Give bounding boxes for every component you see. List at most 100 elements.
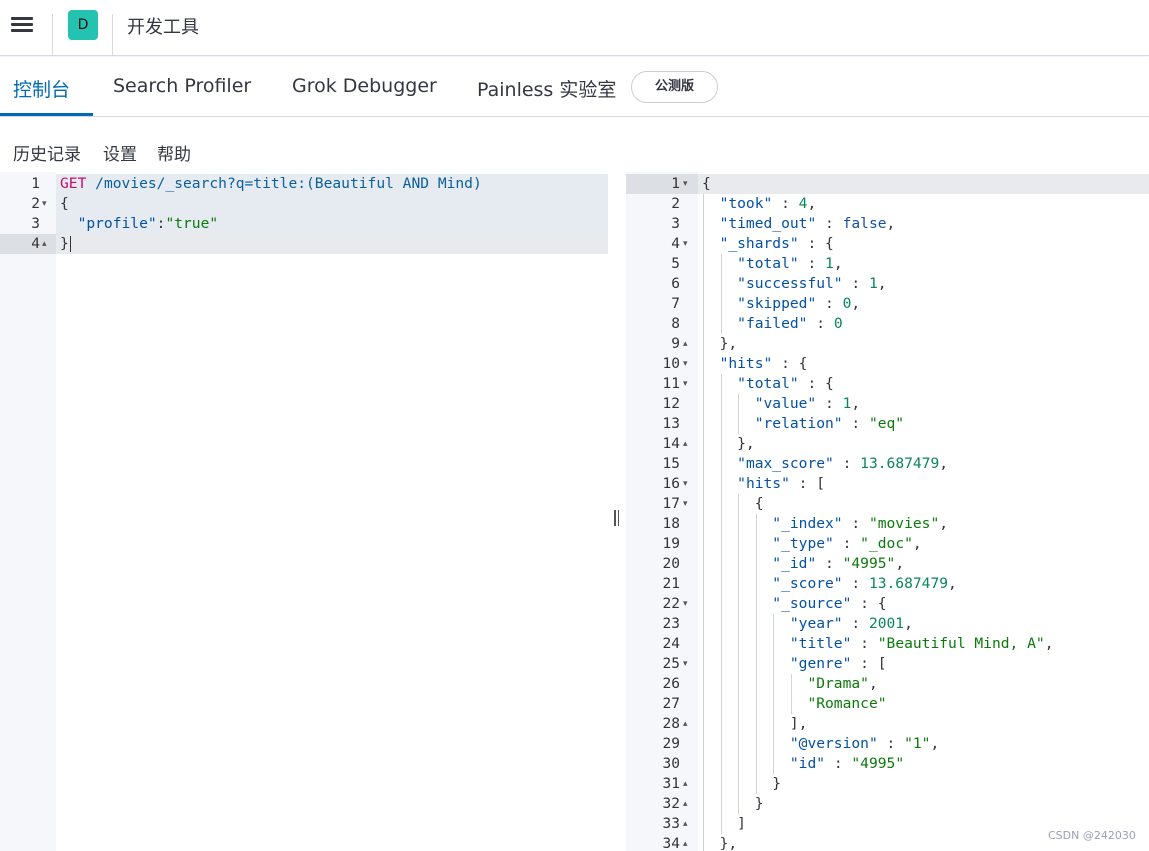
line-number: 15 xyxy=(662,456,680,472)
fold-open-icon[interactable]: ▾ xyxy=(683,494,688,514)
code-line: } xyxy=(702,774,781,794)
response-code-area[interactable]: { "took" : 4, "timed_out" : false, "_sha… xyxy=(698,172,1149,851)
line-number: 1 xyxy=(671,176,680,192)
code-token: : [ xyxy=(851,655,887,672)
fold-open-icon[interactable]: ▾ xyxy=(683,594,688,614)
code-token: "true" xyxy=(165,215,219,232)
code-line: ], xyxy=(702,714,808,734)
code-line: "relation" : "eq" xyxy=(702,414,904,434)
code-line: "hits" : { xyxy=(702,354,808,374)
fold-close-icon[interactable]: ▴ xyxy=(683,434,688,454)
code-line: "max_score" : 13.687479, xyxy=(702,454,948,474)
fold-close-icon[interactable]: ▴ xyxy=(683,334,688,354)
top-header: D 开发工具 xyxy=(0,0,1149,56)
line-number: 32 xyxy=(662,796,680,812)
request-editor[interactable]: 1 2 ▾ 3 4 ▴ GET /movies/_search?q=title:(Beau… xyxy=(0,172,608,851)
response-gutter: 1 ▾ 2 3 4 ▾ 5 6 7 8 9 ▴ 10 ▾ 11 ▾ 12 13 14 ▴ 15 16 ▾ 17 ▾ 18 19 20 2… xyxy=(626,172,698,851)
code-token: }, xyxy=(702,435,755,452)
fold-close-icon[interactable]: ▴ xyxy=(683,794,688,814)
line-number: 2 xyxy=(31,196,40,212)
code-token: , xyxy=(886,215,896,232)
fold-open-icon[interactable]: ▾ xyxy=(42,194,47,214)
line-number: 7 xyxy=(671,296,680,312)
line-number: 5 xyxy=(671,256,680,272)
history-link[interactable]: 历史记录 xyxy=(13,140,81,165)
code-line: "_score" : 13.687479, xyxy=(702,574,957,594)
code-line: "took" : 4, xyxy=(702,194,817,214)
code-line: "value" : 1, xyxy=(702,394,860,414)
code-token: ], xyxy=(702,715,808,732)
code-token: : { xyxy=(772,355,808,372)
code-token: : xyxy=(842,575,869,592)
code-token: "failed" xyxy=(737,315,808,332)
code-token: 1 xyxy=(868,275,878,292)
tab-search-profiler[interactable]: Search Profiler xyxy=(113,75,251,97)
fold-close-icon[interactable]: ▴ xyxy=(683,774,688,794)
code-token: false xyxy=(842,215,887,232)
indent-guide xyxy=(703,194,704,851)
code-token: : xyxy=(851,635,878,652)
code-token: , xyxy=(868,675,878,692)
code-line: } xyxy=(60,234,69,254)
fold-close-icon[interactable]: ▴ xyxy=(42,234,47,254)
vertical-resize-handle-icon[interactable] xyxy=(613,510,621,528)
app-title: 开发工具 xyxy=(127,17,199,38)
code-token: "skipped" xyxy=(737,295,817,312)
fold-close-icon[interactable]: ▴ xyxy=(683,814,688,834)
code-token: : xyxy=(842,515,869,532)
code-line: "skipped" : 0, xyxy=(702,294,860,314)
code-token: : [ xyxy=(789,475,826,492)
current-line-highlight xyxy=(56,234,608,254)
code-token: "movies" xyxy=(868,515,940,532)
code-token: "timed_out" xyxy=(719,215,817,232)
fold-open-icon[interactable]: ▾ xyxy=(683,374,688,394)
tab-painless-lab[interactable]: Painless 实验室 xyxy=(477,75,616,102)
tab-grok-debugger[interactable]: Grok Debugger xyxy=(292,75,437,97)
fold-close-icon[interactable]: ▴ xyxy=(683,834,688,851)
text-cursor xyxy=(70,236,71,252)
code-line: } xyxy=(702,794,764,814)
code-token: "Romance" xyxy=(807,695,887,712)
settings-link[interactable]: 设置 xyxy=(103,140,137,165)
line-number: 3 xyxy=(31,216,40,232)
code-token: "4995" xyxy=(851,755,905,772)
code-line: "_type" : "_doc", xyxy=(702,534,921,554)
line-number: 26 xyxy=(662,676,680,692)
code-token: , xyxy=(807,195,817,212)
line-number: 11 xyxy=(662,376,680,392)
fold-open-icon[interactable]: ▾ xyxy=(683,654,688,674)
space-avatar[interactable]: D xyxy=(68,10,98,40)
fold-open-icon[interactable]: ▾ xyxy=(683,234,688,254)
code-token: 13.687479 xyxy=(860,455,940,472)
code-token: 0 xyxy=(833,315,843,332)
line-number: 18 xyxy=(662,516,680,532)
header-divider xyxy=(112,14,113,56)
code-token: "profile" xyxy=(77,215,157,232)
code-token: : xyxy=(833,455,861,472)
request-code-area[interactable]: GET /movies/_search?q=title:(Beautiful A… xyxy=(56,172,608,851)
help-link[interactable]: 帮助 xyxy=(157,140,191,165)
code-line: "total" : 1, xyxy=(702,254,842,274)
tab-console[interactable]: 控制台 xyxy=(13,75,70,102)
response-editor[interactable]: 1 ▾ 2 3 4 ▾ 5 6 7 8 9 ▴ 10 ▾ 11 ▾ 12 13 14 ▴ 15 16 ▾ 17 ▾ 18 19 20 2… xyxy=(626,172,1149,851)
fold-open-icon[interactable]: ▾ xyxy=(683,474,688,494)
code-line: ] xyxy=(702,814,746,834)
indent-guide xyxy=(755,514,757,794)
code-token: , xyxy=(851,295,861,312)
hamburger-menu-icon[interactable] xyxy=(10,14,36,38)
fold-close-icon[interactable]: ▴ xyxy=(683,714,688,734)
code-line: GET /movies/_search?q=title:(Beautiful A… xyxy=(60,174,482,194)
line-number: 9 xyxy=(671,336,680,352)
active-tab-indicator xyxy=(0,113,93,116)
fold-open-icon[interactable]: ▾ xyxy=(683,174,688,194)
fold-open-icon[interactable]: ▾ xyxy=(683,354,688,374)
